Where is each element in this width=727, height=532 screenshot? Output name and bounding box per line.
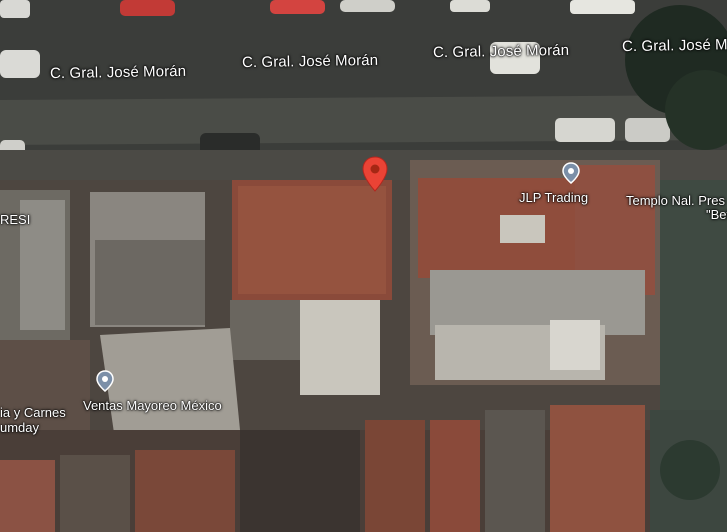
poi-label[interactable]: RESI [0,212,30,227]
poi-label[interactable]: Templo Nal. Pres [626,193,725,208]
street-label: C. Gral. José Morán [241,51,379,72]
poi-label-sub: "Bet [706,207,727,222]
street-label: C. Gral. José Morán [432,41,570,62]
poi-label[interactable]: JLP Trading [519,190,588,205]
poi-label[interactable]: Ventas Mayoreo México [83,398,222,413]
poi-label-sub: umday [0,420,40,435]
street-label: C. Gral. José Morán [621,35,727,56]
place-pin-icon[interactable] [562,162,580,184]
red-location-pin-icon[interactable] [362,156,388,192]
place-pin-icon[interactable] [96,370,114,392]
street-label: C. Gral. José Morán [49,62,187,83]
satellite-map[interactable]: C. Gral. José Morán C. Gral. José Morán … [0,0,727,532]
poi-label[interactable]: ia y Carnes [0,405,66,420]
